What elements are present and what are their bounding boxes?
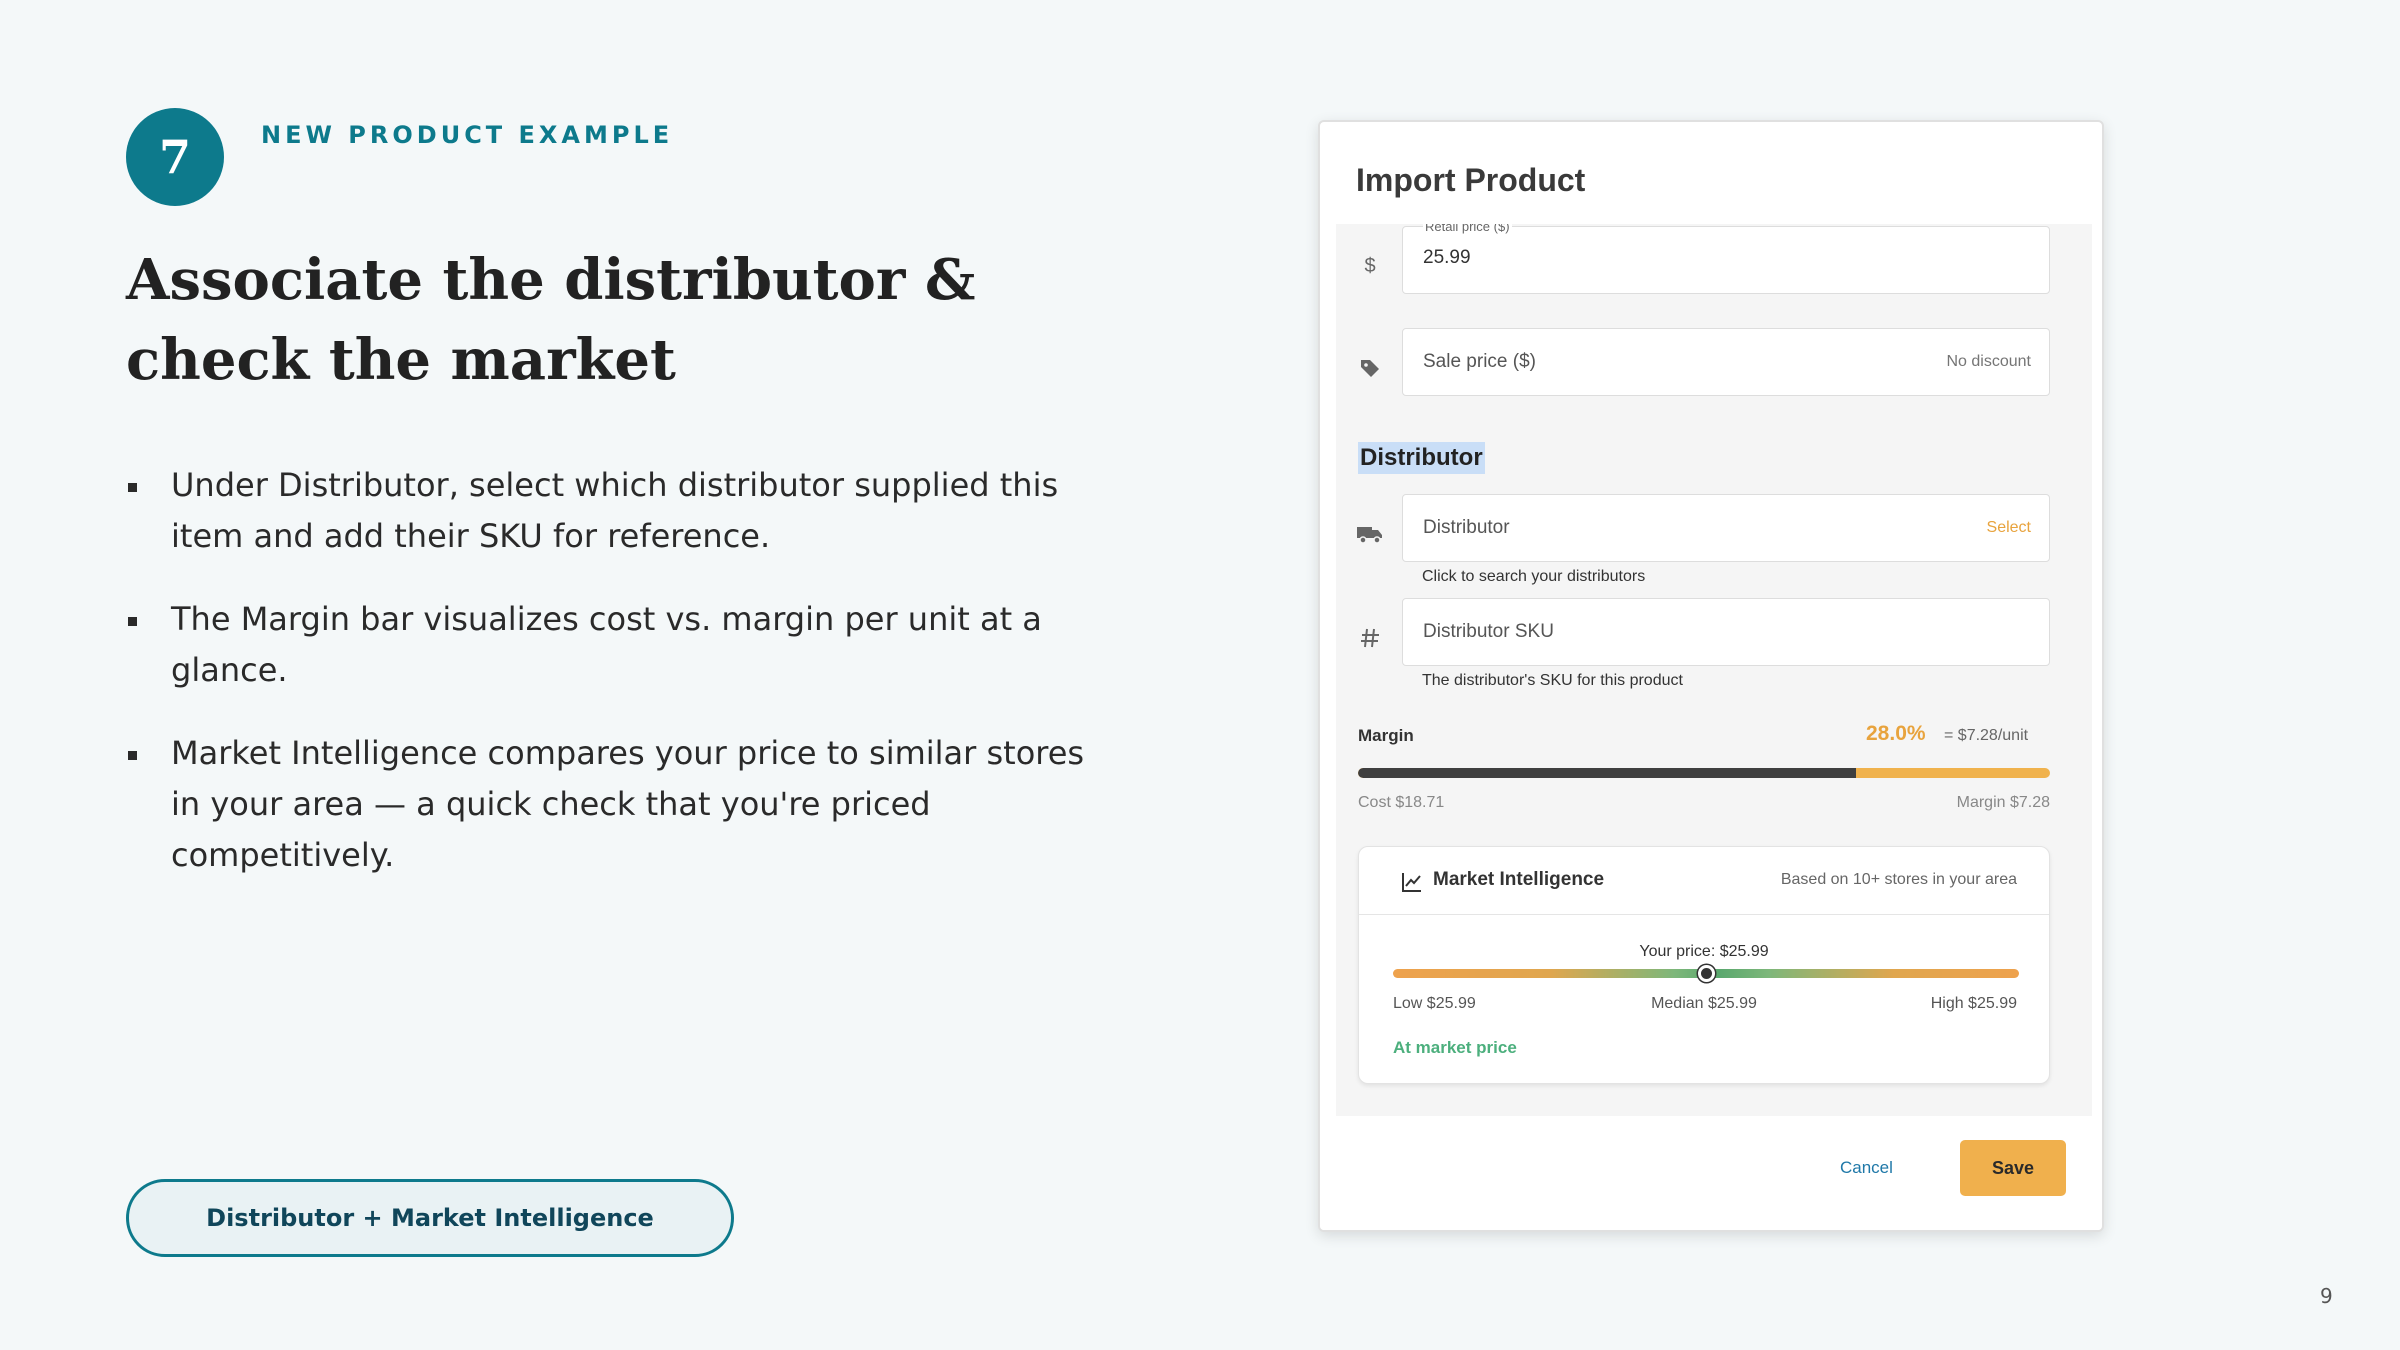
- distributor-placeholder: Distributor: [1423, 517, 1510, 538]
- dialog-title: Import Product: [1356, 162, 1586, 198]
- margin-bar-cost-fill: [1358, 768, 1857, 778]
- bullet-item: Under Distributor, select which distribu…: [126, 460, 1106, 562]
- page-number: 9: [2320, 1284, 2333, 1308]
- svg-text:$: $: [1364, 255, 1375, 277]
- margin-per-unit: = $7.28/unit: [1944, 727, 2029, 744]
- dialog-body[interactable]: $ Retail price ($) 25.99 Sale price ($) …: [1336, 224, 2092, 1116]
- trend-chart-icon: [1401, 871, 1423, 893]
- dollar-icon: $: [1354, 250, 1386, 282]
- your-price-label: Your price: $25.99: [1639, 943, 1769, 960]
- bullet-list: Under Distributor, select which distribu…: [126, 460, 1106, 913]
- distributor-sku-helper-text: The distributor's SKU for this product: [1422, 672, 1683, 689]
- margin-amount-label: Margin $7.28: [1956, 794, 2050, 811]
- distributor-sku-field[interactable]: Distributor SKU: [1402, 598, 2050, 666]
- distributor-select-link[interactable]: Select: [1987, 519, 2031, 537]
- distributor-sku-placeholder: Distributor SKU: [1423, 621, 1554, 642]
- eyebrow-label: NEW PRODUCT EXAMPLE: [261, 121, 674, 149]
- retail-price-field[interactable]: Retail price ($) 25.99: [1402, 224, 2050, 294]
- distributor-section-title: Distributor: [1358, 442, 1485, 474]
- no-discount-label: No discount: [1946, 353, 2032, 370]
- sale-price-field[interactable]: Sale price ($) No discount: [1402, 328, 2050, 396]
- margin-bar: [1358, 768, 2050, 778]
- bullet-text: The Margin bar visualizes cost vs. margi…: [171, 600, 1042, 689]
- market-status-label: At market price: [1393, 1038, 1517, 1057]
- margin-label: Margin: [1358, 726, 1414, 745]
- import-product-dialog: Import Product $ Retail price ($) 25.99 …: [1318, 120, 2104, 1232]
- step-number-badge: 7: [126, 108, 224, 206]
- distributor-field[interactable]: Distributor Select: [1402, 494, 2050, 562]
- market-intelligence-header: Market Intelligence Based on 10+ stores …: [1359, 847, 2049, 915]
- market-intelligence-subtitle: Based on 10+ stores in your area: [1780, 871, 2017, 888]
- market-intelligence-card: Market Intelligence Based on 10+ stores …: [1358, 846, 2050, 1084]
- bullet-text: Market Intelligence compares your price …: [171, 734, 1085, 874]
- hash-icon: [1354, 622, 1386, 654]
- bullet-marker: [128, 483, 137, 492]
- tag-icon: [1354, 352, 1386, 384]
- bullet-text: Under Distributor, select which distribu…: [171, 466, 1059, 555]
- save-button[interactable]: Save: [1960, 1140, 2066, 1196]
- truck-icon: [1354, 518, 1386, 550]
- market-intelligence-title: Market Intelligence: [1433, 869, 1605, 890]
- your-price-marker: [1697, 965, 1715, 982]
- cost-label: Cost $18.71: [1358, 794, 1445, 811]
- high-price-label: High $25.99: [1930, 995, 2017, 1012]
- retail-price-label: Retail price ($): [1423, 224, 1512, 234]
- topic-pill: Distributor + Market Intelligence: [126, 1179, 734, 1257]
- bullet-item: The Margin bar visualizes cost vs. margi…: [126, 594, 1106, 696]
- retail-price-value: 25.99: [1423, 247, 1471, 268]
- distributor-helper-text: Click to search your distributors: [1422, 568, 1646, 585]
- dialog-footer: Cancel Save: [1320, 1116, 2102, 1230]
- sale-price-placeholder: Sale price ($): [1423, 351, 1536, 372]
- slide-title: Associate the distributor & check the ma…: [126, 247, 976, 393]
- bullet-marker: [128, 751, 137, 760]
- cancel-button[interactable]: Cancel: [1840, 1158, 1893, 1178]
- margin-percent: 28.0%: [1866, 722, 1926, 745]
- bullet-item: Market Intelligence compares your price …: [126, 728, 1106, 881]
- bullet-marker: [128, 617, 137, 626]
